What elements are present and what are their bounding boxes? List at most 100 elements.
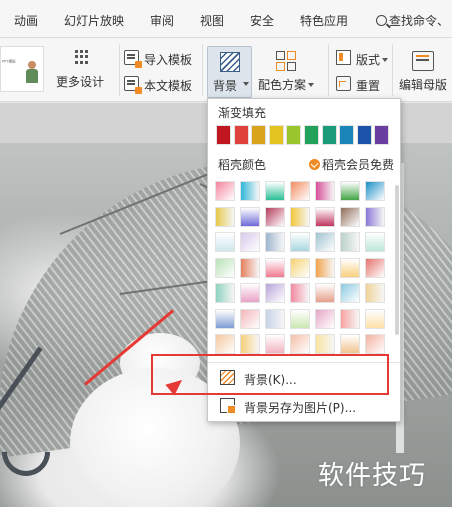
edit-master-label: 编辑母版 [399,78,448,92]
solid-color-swatch[interactable] [251,125,267,145]
solid-color-swatch[interactable] [286,125,302,145]
gradient-swatch[interactable] [215,334,235,354]
import-template-label: 导入模板 [144,53,193,67]
menu-item-save-as-image[interactable]: 背景另存为图片(P)... [218,396,394,416]
gradient-swatch[interactable] [240,181,260,201]
menu-features[interactable]: 特色应用 [300,12,348,29]
gradient-swatch[interactable] [340,181,360,201]
gradient-swatch[interactable] [365,181,385,201]
background-label: 背景 [213,79,238,93]
solid-color-swatch[interactable] [339,125,355,145]
gradient-swatch[interactable] [365,232,385,252]
solid-color-swatch[interactable] [356,125,372,145]
gradient-swatch[interactable] [240,283,260,303]
gradient-swatch[interactable] [290,181,310,201]
gradient-swatch[interactable] [265,206,285,227]
solid-color-swatch[interactable] [304,125,319,145]
gradient-swatch[interactable] [215,206,235,227]
chevron-down-icon [382,58,389,62]
gradient-swatch[interactable] [265,181,285,201]
gradient-swatch[interactable] [365,257,385,278]
gradient-swatch[interactable] [215,257,235,278]
edit-master-button[interactable]: 编辑母版 [396,46,452,98]
gradient-swatch[interactable] [365,334,385,354]
menu-animation[interactable]: 动画 [14,12,38,29]
gradient-swatch[interactable] [290,334,310,354]
chevron-down-icon [243,82,249,86]
layout-label: 版式 [356,51,389,68]
gradient-swatch[interactable] [265,334,285,354]
text-template-icon [124,76,142,94]
gradient-swatch[interactable] [365,283,385,303]
color-scheme-icon [276,51,296,71]
gradient-swatch[interactable] [240,232,260,252]
gradient-fill-title: 渐变填充 [218,106,267,120]
gradient-swatch[interactable] [290,232,310,252]
color-scheme-button[interactable]: 配色方案 [256,46,320,98]
vip-icon [309,159,320,170]
gradient-swatch[interactable] [315,308,335,329]
gradient-swatch[interactable] [240,257,260,278]
gradient-swatch[interactable] [340,232,360,252]
gradient-swatch[interactable] [340,308,360,329]
menu-bar: 动画 幻灯片放映 审阅 视图 安全 特色应用 查找命令、 [0,0,452,38]
gradient-swatch[interactable] [315,206,335,227]
solid-color-swatch[interactable] [268,125,284,145]
background-button[interactable]: 背景 [207,46,252,98]
gradient-swatch[interactable] [240,308,260,329]
menu-security[interactable]: 安全 [250,12,274,29]
gradient-swatch[interactable] [265,232,285,252]
gradient-swatch[interactable] [365,206,385,227]
gradient-swatch[interactable] [290,308,310,329]
gradient-swatch[interactable] [340,283,360,303]
gradient-swatch[interactable] [290,283,310,303]
gradient-swatch[interactable] [265,257,285,278]
background-icon [220,52,240,72]
divider [392,44,393,96]
gradient-swatch[interactable] [215,232,235,252]
gradient-swatch[interactable] [240,206,260,227]
menu-review[interactable]: 审阅 [150,12,174,29]
highlight-box [151,354,389,395]
gradient-swatch[interactable] [340,257,360,278]
gradient-swatch[interactable] [290,206,310,227]
gradient-swatch[interactable] [265,283,285,303]
import-template-icon [124,50,142,68]
gradient-swatch[interactable] [315,232,335,252]
gradient-swatch[interactable] [315,283,335,303]
solid-color-swatch[interactable] [233,125,249,145]
gradient-swatch[interactable] [315,181,335,201]
search-label: 查找命令、 [389,14,450,28]
gradient-swatch[interactable] [315,334,335,354]
gradient-swatch[interactable] [215,283,235,303]
vip-free-link[interactable]: 稻壳会员免费 [309,156,394,173]
solid-color-swatch[interactable] [374,125,390,145]
search-command[interactable]: 查找命令、 [376,12,449,29]
scrollbar[interactable] [395,185,399,335]
grid-icon [75,50,89,64]
gradient-swatch[interactable] [315,257,335,278]
straw-colors-title: 稻壳颜色 [218,158,267,172]
solid-color-swatch[interactable] [321,125,337,145]
solid-color-swatch[interactable] [216,125,231,145]
more-design-label: 更多设计 [56,75,105,89]
thumbnail-text: PPT模板 [2,59,16,64]
gradient-swatch[interactable] [340,334,360,354]
gradient-swatch[interactable] [240,334,260,354]
gradient-swatch[interactable] [215,308,235,329]
gradient-swatch[interactable] [265,308,285,329]
edit-master-icon [412,51,434,71]
divider [202,44,203,96]
gradient-swatch[interactable] [365,308,385,329]
template-thumbnail[interactable]: PPT模板 [0,46,44,92]
gradient-swatch[interactable] [215,181,235,201]
divider [328,44,329,96]
more-design-button[interactable]: 更多设计 [50,44,118,94]
menu-slideshow[interactable]: 幻灯片放映 [64,12,124,29]
thumbnail-figure [25,61,39,83]
menu-view[interactable]: 视图 [200,12,224,29]
gradient-swatch[interactable] [290,257,310,278]
watermark-text: 软件技巧 [318,461,427,491]
chevron-down-icon [308,83,315,87]
gradient-swatch[interactable] [340,206,360,227]
